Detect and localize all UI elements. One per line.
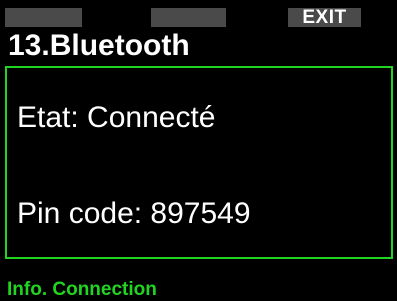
middle-softkey[interactable]	[151, 8, 226, 27]
footer-label: Info. Connection	[7, 279, 157, 300]
pin-code: Pin code: 897549	[17, 197, 251, 230]
connection-status: Etat: Connecté	[17, 101, 216, 134]
info-panel: Etat: Connecté Pin code: 897549	[5, 66, 393, 259]
page-title: 13.Bluetooth	[8, 29, 190, 62]
exit-button[interactable]: EXIT	[288, 7, 361, 28]
left-softkey[interactable]	[5, 8, 82, 27]
